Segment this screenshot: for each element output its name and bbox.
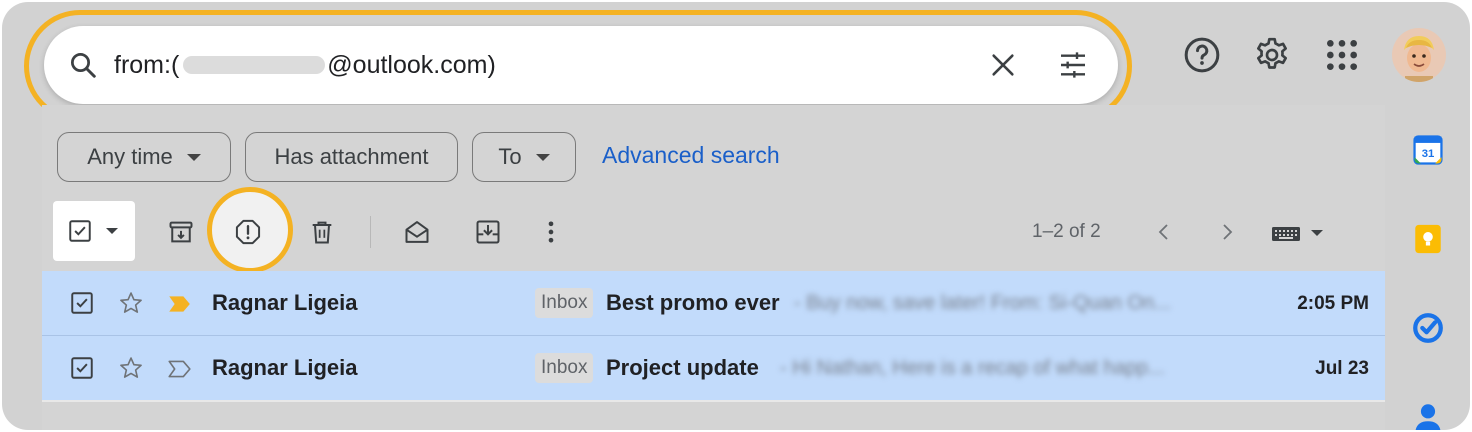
inbox-label[interactable]: Inbox <box>535 353 594 383</box>
pagination-count: 1–2 of 2 <box>1032 221 1101 242</box>
chevron-down-icon <box>535 153 550 161</box>
email-date: 2:05 PM <box>1297 293 1369 314</box>
important-marker-outline-icon[interactable] <box>166 356 192 382</box>
row-bottom-border <box>42 400 1385 402</box>
report-spam-icon[interactable] <box>234 218 262 246</box>
search-input[interactable]: from:( @outlook.com) <box>114 49 496 81</box>
table-row[interactable]: Ragnar Ligeia Inbox Project update - Hi … <box>42 336 1385 400</box>
search-bar[interactable]: from:( @outlook.com) <box>44 26 1118 104</box>
contacts-icon[interactable] <box>1411 400 1445 430</box>
any-time-filter[interactable]: Any time <box>57 132 231 182</box>
checkbox-checked-icon[interactable] <box>69 355 95 381</box>
search-query-prefix: from:( <box>114 51 180 79</box>
to-label: To <box>498 144 522 169</box>
toolbar-divider <box>370 216 371 248</box>
tasks-icon[interactable] <box>1411 311 1445 345</box>
archive-icon[interactable] <box>167 218 195 246</box>
star-icon[interactable] <box>118 290 144 316</box>
email-sender: Ragnar Ligeia <box>212 355 358 380</box>
gear-icon[interactable] <box>1252 35 1292 75</box>
move-to-icon[interactable] <box>474 218 502 246</box>
chevron-down-icon[interactable] <box>106 228 118 234</box>
mark-as-read-icon[interactable] <box>403 218 431 246</box>
email-subject: Best promo ever <box>606 290 780 315</box>
apps-grid-icon[interactable] <box>1322 35 1362 75</box>
inbox-label[interactable]: Inbox <box>535 288 594 318</box>
svg-text:31: 31 <box>1422 148 1435 160</box>
search-options-icon[interactable] <box>1057 49 1089 81</box>
more-options-icon[interactable] <box>537 218 565 246</box>
email-subject: Project update <box>606 355 759 380</box>
checkbox-checked-icon[interactable] <box>69 290 95 316</box>
trash-icon[interactable] <box>308 218 336 246</box>
help-icon[interactable] <box>1182 35 1222 75</box>
any-time-label: Any time <box>87 144 173 169</box>
has-attachment-filter[interactable]: Has attachment <box>245 132 458 182</box>
calendar-icon[interactable]: 31 <box>1411 133 1445 167</box>
avatar[interactable] <box>1392 28 1446 82</box>
star-icon[interactable] <box>118 355 144 381</box>
close-icon[interactable] <box>989 51 1017 79</box>
email-date: Jul 23 <box>1315 358 1369 379</box>
to-filter[interactable]: To <box>472 132 576 182</box>
checkbox-checked-icon[interactable] <box>67 218 93 244</box>
keep-icon[interactable] <box>1411 222 1445 256</box>
table-row[interactable]: Ragnar Ligeia Inbox Best promo ever - Bu… <box>42 271 1385 335</box>
important-marker-icon[interactable] <box>166 291 192 317</box>
has-attachment-label: Has attachment <box>274 144 429 169</box>
chevron-down-icon[interactable] <box>1311 230 1323 236</box>
select-all-dropdown[interactable] <box>53 201 135 261</box>
chevron-right-icon[interactable] <box>1215 220 1239 244</box>
search-query-suffix: @outlook.com) <box>327 51 496 79</box>
search-icon[interactable] <box>68 50 98 80</box>
email-sender: Ragnar Ligeia <box>212 290 358 315</box>
chevron-left-icon[interactable] <box>1152 220 1176 244</box>
email-snippet: - Buy now, save later! From: Si-Quan On.… <box>794 292 1171 314</box>
redacted-email <box>183 56 326 74</box>
gmail-window: from:( @outlook.com) 31 Any time Has att… <box>2 2 1470 430</box>
keyboard-icon[interactable] <box>1271 224 1303 244</box>
chevron-down-icon <box>186 153 201 161</box>
advanced-search-link[interactable]: Advanced search <box>602 142 780 169</box>
email-snippet: - Hi Nathan, Here is a recap of what hap… <box>780 357 1165 379</box>
